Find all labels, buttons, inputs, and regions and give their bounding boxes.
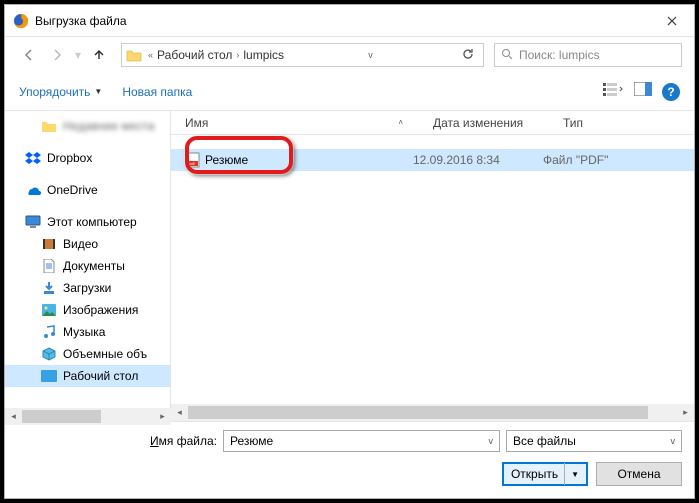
music-icon	[41, 324, 57, 340]
cancel-button[interactable]: Отмена	[596, 462, 682, 486]
sidebar-hscrollbar[interactable]: ◂ ▸	[5, 408, 171, 421]
preview-pane-icon[interactable]	[634, 82, 652, 101]
arrow-right-icon	[50, 48, 64, 62]
help-button[interactable]: ?	[662, 83, 680, 101]
dialog-body: Недавние места Dropbox OneDrive Этот ком…	[5, 111, 694, 421]
file-list[interactable]: pdf Резюме 12.09.2016 8:34 Файл "PDF"	[171, 135, 694, 404]
search-icon	[501, 48, 513, 63]
nav-forward-button[interactable]	[45, 43, 69, 67]
file-date: 12.09.2016 8:34	[413, 153, 543, 167]
scrollbar-thumb[interactable]	[22, 410, 101, 421]
window-title: Выгрузка файла	[35, 14, 649, 28]
sidebar-item-dropbox[interactable]: Dropbox	[5, 147, 170, 169]
filename-input[interactable]: Резюме v	[223, 430, 500, 452]
sidebar-item-desktop[interactable]: Рабочий стол	[5, 365, 170, 387]
column-name[interactable]: Имя ˄	[185, 116, 433, 130]
document-icon	[41, 258, 57, 274]
folder-icon	[41, 118, 57, 134]
open-button[interactable]: Открыть ▼	[502, 462, 588, 486]
nav-separator: ▾	[75, 48, 81, 62]
sidebar-item-thispc[interactable]: Этот компьютер	[5, 211, 170, 233]
scroll-left-icon[interactable]: ◂	[5, 408, 22, 421]
cube-icon	[41, 346, 57, 362]
pdf-icon: pdf	[185, 152, 205, 168]
organize-button[interactable]: Упорядочить ▼	[19, 85, 102, 99]
chevron-icon: «	[148, 50, 153, 60]
file-dialog-window: Выгрузка файла ▾ « Рабочий стол › lumpic…	[4, 4, 695, 499]
dropbox-icon	[25, 150, 41, 166]
button-row: Открыть ▼ Отмена	[17, 462, 682, 486]
filename-label: Имя файла:	[17, 434, 217, 448]
scroll-right-icon[interactable]: ▸	[154, 408, 171, 421]
file-name: Резюме	[205, 153, 248, 167]
desktop-icon	[41, 368, 57, 384]
filepane-hscrollbar[interactable]: ◂ ▸	[171, 404, 694, 421]
arrow-up-icon	[92, 48, 106, 62]
search-placeholder: Поиск: lumpics	[519, 48, 600, 62]
column-headers: Имя ˄ Дата изменения Тип	[171, 111, 694, 135]
titlebar: Выгрузка файла	[5, 5, 694, 37]
column-type[interactable]: Тип	[563, 116, 694, 130]
chevron-right-icon: ›	[236, 50, 239, 60]
svg-text:pdf: pdf	[189, 161, 195, 166]
navbar: ▾ « Рабочий стол › lumpics v Поиск: lump…	[5, 37, 694, 73]
download-icon	[41, 280, 57, 296]
filetype-filter[interactable]: Все файлы v	[506, 430, 682, 452]
sidebar: Недавние места Dropbox OneDrive Этот ком…	[5, 111, 171, 421]
close-button[interactable]	[649, 5, 694, 36]
file-row[interactable]: pdf Резюме 12.09.2016 8:34 Файл "PDF"	[171, 149, 694, 171]
sidebar-item-music[interactable]: Музыка	[5, 321, 170, 343]
breadcrumb-part[interactable]: Рабочий стол	[157, 48, 232, 62]
sidebar-item-downloads[interactable]: Загрузки	[5, 277, 170, 299]
sidebar-item-3dobjects[interactable]: Объемные объ	[5, 343, 170, 365]
view-details-icon[interactable]	[602, 81, 624, 102]
close-icon	[667, 16, 677, 26]
column-date[interactable]: Дата изменения	[433, 116, 563, 130]
filename-row: Имя файла: Резюме v Все файлы v	[17, 430, 682, 452]
file-pane: Имя ˄ Дата изменения Тип pdf Резюме 12.0…	[171, 111, 694, 421]
breadcrumb-part[interactable]: lumpics	[243, 48, 284, 62]
view-options	[602, 81, 652, 102]
scrollbar-thumb[interactable]	[188, 406, 648, 419]
chevron-down-icon[interactable]: v	[489, 436, 494, 446]
file-type: Файл "PDF"	[543, 153, 694, 167]
sidebar-item-video[interactable]: Видео	[5, 233, 170, 255]
chevron-down-icon: ▼	[94, 87, 102, 96]
sidebar-item-onedrive[interactable]: OneDrive	[5, 179, 170, 201]
scroll-left-icon[interactable]: ◂	[171, 404, 188, 421]
nav-back-button[interactable]	[17, 43, 41, 67]
new-folder-button[interactable]: Новая папка	[122, 85, 192, 99]
picture-icon	[41, 302, 57, 318]
sort-caret-icon: ˄	[398, 118, 403, 127]
bottom-panel: Имя файла: Резюме v Все файлы v Открыть …	[5, 421, 694, 498]
firefox-icon	[13, 13, 29, 29]
sidebar-item-recent[interactable]: Недавние места	[5, 115, 170, 137]
scroll-right-icon[interactable]: ▸	[677, 404, 694, 421]
search-input[interactable]: Поиск: lumpics	[494, 43, 682, 67]
sidebar-item-documents[interactable]: Документы	[5, 255, 170, 277]
computer-icon	[25, 214, 41, 230]
chevron-down-icon[interactable]: v	[671, 436, 676, 446]
toolbar: Упорядочить ▼ Новая папка ?	[5, 73, 694, 111]
folder-icon	[126, 48, 142, 62]
breadcrumb[interactable]: « Рабочий стол › lumpics v	[121, 43, 484, 67]
onedrive-icon	[25, 182, 41, 198]
chevron-down-icon[interactable]: v	[368, 50, 373, 60]
refresh-icon[interactable]	[461, 47, 475, 64]
nav-up-button[interactable]	[87, 43, 111, 67]
arrow-left-icon	[22, 48, 36, 62]
chevron-down-icon[interactable]: ▼	[564, 463, 579, 485]
sidebar-item-pictures[interactable]: Изображения	[5, 299, 170, 321]
video-icon	[41, 236, 57, 252]
